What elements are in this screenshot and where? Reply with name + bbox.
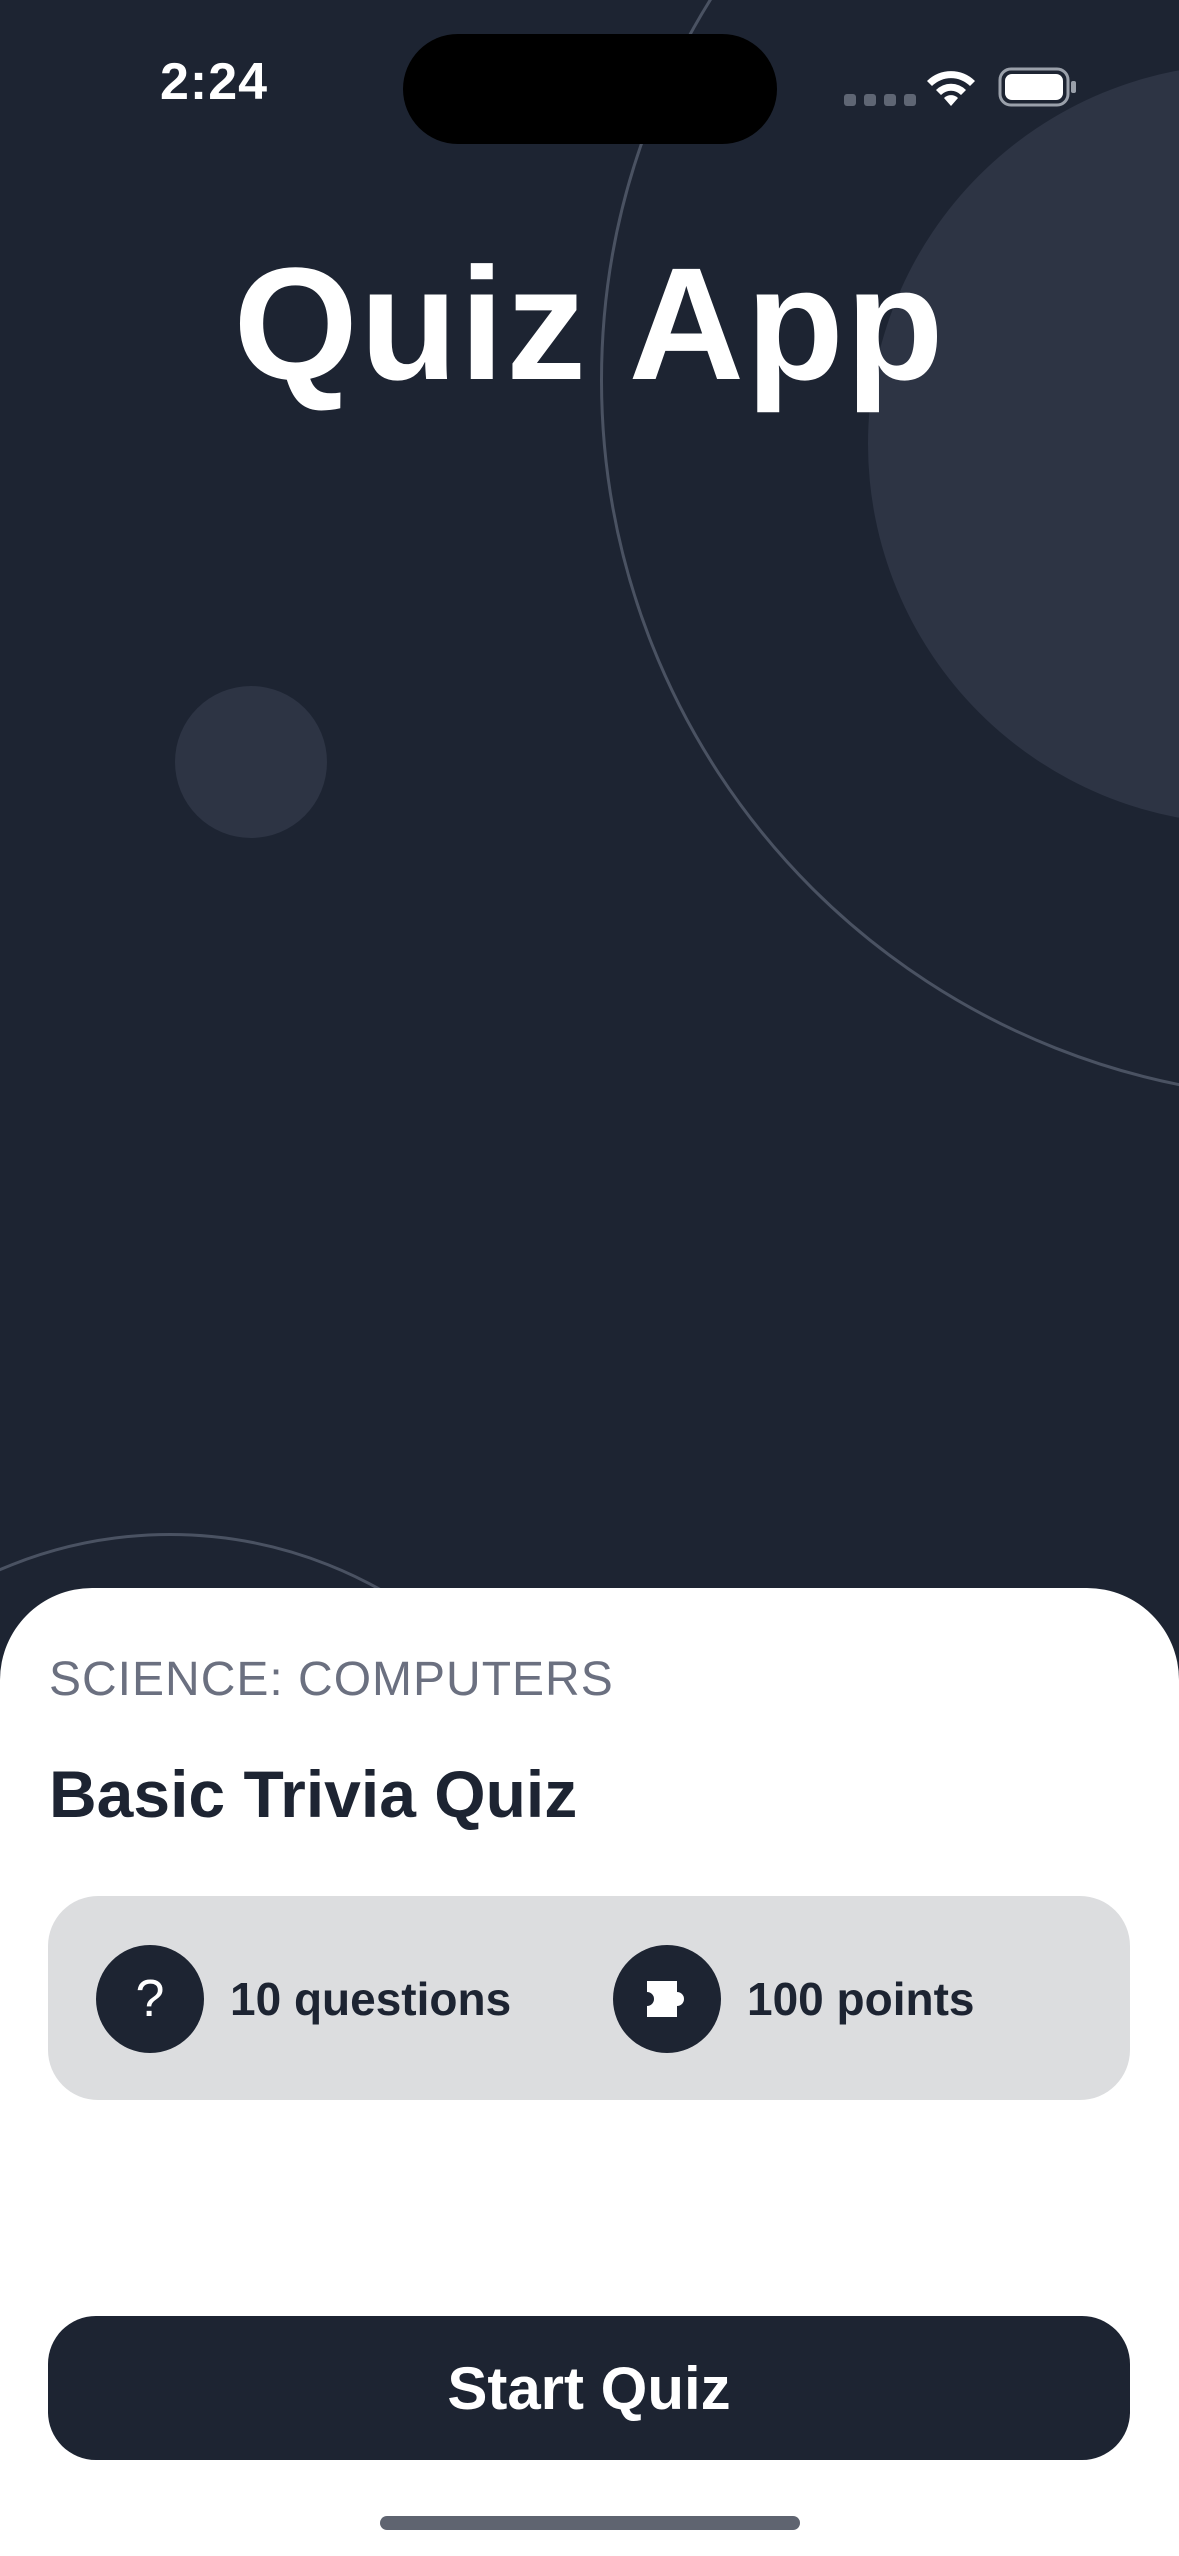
points-count: 100 points [613,1945,975,2053]
quiz-title: Basic Trivia Quiz [49,1757,578,1831]
decorative-circle-small [175,686,327,838]
questions-count: ? 10 questions [96,1945,511,2053]
quiz-info-box: ? 10 questions 100 points [48,1896,1130,2100]
wifi-icon [927,71,975,106]
app-title: Quiz App [233,234,946,413]
puzzle-piece-icon [613,1945,721,2053]
quiz-details-sheet: SCIENCE: COMPUTERS Basic Trivia Quiz ? 1… [0,1588,1179,2556]
status-time: 2:24 [160,53,269,111]
question-mark-icon: ? [96,1945,204,2053]
decorative-ring-large [600,0,1179,1100]
start-quiz-button[interactable]: Start Quiz [48,2316,1130,2460]
dynamic-island [403,34,777,144]
question-mark-glyph: ? [135,1970,165,2028]
battery-icon [998,67,1076,107]
quiz-home-screen: 2:24 Quiz App SCIENCE: COMPUTERS Basic T… [0,0,1179,2556]
questions-label: 10 questions [230,1973,512,2025]
quiz-category: SCIENCE: COMPUTERS [49,1653,614,1706]
cellular-signal-icon [844,94,916,106]
home-indicator[interactable] [380,2516,800,2530]
points-label: 100 points [747,1973,975,2025]
puzzle-piece-glyph [647,1981,684,2017]
